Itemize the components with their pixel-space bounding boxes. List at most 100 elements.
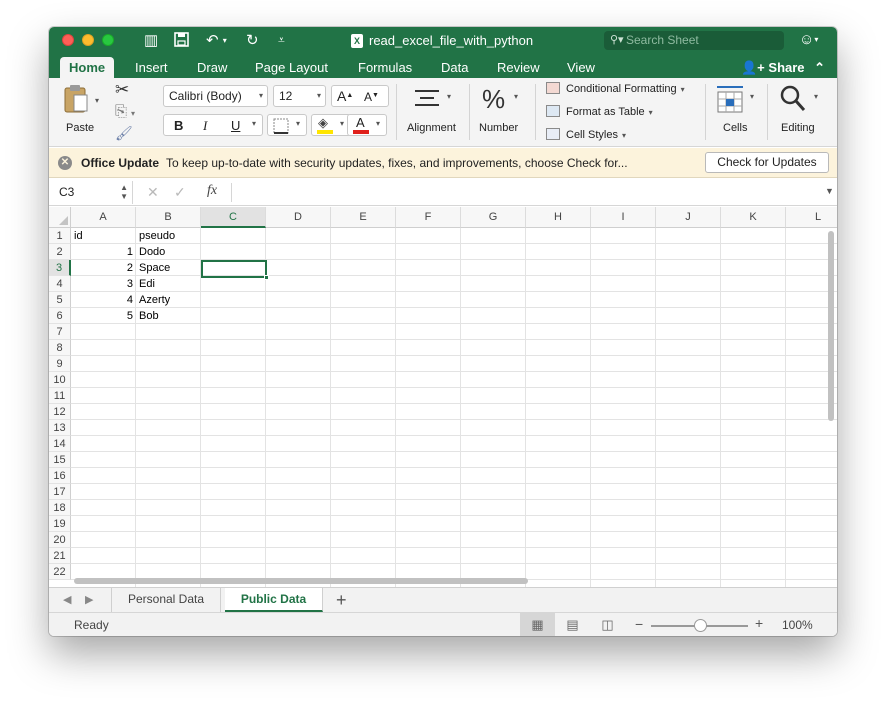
copy-icon[interactable]: ⎘ ▾ (115, 103, 135, 120)
undo-icon[interactable]: ↶ ▾ (206, 32, 227, 49)
row-header-17[interactable]: 17 (49, 484, 71, 500)
close-window-button[interactable] (62, 34, 74, 46)
cell-a5[interactable]: 4 (71, 292, 136, 308)
number-format-button[interactable]: % ▾ Number (473, 82, 533, 140)
cell-a6[interactable]: 5 (71, 308, 136, 324)
vertical-scrollbar[interactable] (828, 231, 834, 421)
cell-b1[interactable]: pseudo (136, 228, 201, 244)
tab-draw[interactable]: Draw (197, 57, 227, 78)
italic-button[interactable]: I (203, 118, 207, 134)
row-header-9[interactable]: 9 (49, 356, 71, 372)
page-layout-view-icon[interactable]: ▤ (555, 613, 590, 636)
cell-styles-button[interactable]: Cell Styles ▾ (546, 128, 626, 141)
tab-home[interactable]: Home (60, 57, 115, 78)
cell-a1[interactable]: id (71, 228, 136, 244)
cell-b4[interactable]: Edi (136, 276, 201, 292)
add-sheet-icon[interactable]: + (336, 589, 347, 611)
row-header-8[interactable]: 8 (49, 340, 71, 356)
previous-sheet-icon[interactable]: ◀ (63, 593, 71, 606)
feedback-smiley-icon[interactable]: ☺▾ (799, 31, 818, 48)
check-for-updates-button[interactable]: Check for Updates (705, 152, 829, 173)
insert-function-button[interactable]: fx (207, 183, 217, 199)
format-as-table-button[interactable]: Format as Table ▾ (546, 105, 653, 118)
horizontal-scrollbar[interactable] (74, 578, 528, 584)
sheet-tab-personal-data[interactable]: Personal Data (111, 588, 221, 612)
cell-b2[interactable]: Dodo (136, 244, 201, 260)
column-header-i[interactable]: I (591, 207, 656, 228)
zoom-in-icon[interactable]: + (755, 615, 763, 631)
font-color-button[interactable]: A ▾ (347, 114, 387, 136)
spreadsheet-grid[interactable]: A B C D E F G H I J K L 1 2 3 4 5 6 7 8 9 10 11 12 13 14 15 16 17 18 1… (49, 207, 837, 587)
active-cell-outline[interactable] (201, 260, 269, 280)
alignment-button[interactable]: ▾ Alignment (401, 82, 467, 140)
fill-handle[interactable] (264, 275, 269, 280)
column-header-c[interactable]: C (201, 207, 266, 228)
tab-formulas[interactable]: Formulas (358, 57, 412, 78)
row-header-16[interactable]: 16 (49, 468, 71, 484)
row-header-1[interactable]: 1 (49, 228, 71, 244)
tab-page-layout[interactable]: Page Layout (255, 57, 328, 78)
row-header-10[interactable]: 10 (49, 372, 71, 388)
row-header-11[interactable]: 11 (49, 388, 71, 404)
grow-font-button[interactable]: A▲ (337, 86, 353, 106)
cell-b3[interactable]: Space (136, 260, 201, 276)
cut-icon[interactable]: ✂ (115, 80, 129, 100)
cell-b5[interactable]: Azerty (136, 292, 201, 308)
row-header-15[interactable]: 15 (49, 452, 71, 468)
tab-review[interactable]: Review (497, 57, 540, 78)
tab-data[interactable]: Data (441, 57, 468, 78)
font-name-select[interactable]: Calibri (Body) ▾ (163, 85, 268, 107)
row-header-2[interactable]: 2 (49, 244, 71, 260)
row-header-5[interactable]: 5 (49, 292, 71, 308)
share-button[interactable]: 👤+ Share ⌃ (741, 57, 825, 78)
save-icon[interactable] (174, 32, 189, 51)
column-header-d[interactable]: D (266, 207, 331, 228)
fill-color-button[interactable]: ◈ ▾ (311, 114, 351, 136)
row-header-18[interactable]: 18 (49, 500, 71, 516)
zoom-out-icon[interactable]: − (635, 616, 643, 632)
cell-a3[interactable]: 2 (71, 260, 136, 276)
cells-button[interactable]: ▾ Cells (709, 82, 765, 140)
formula-input[interactable] (231, 183, 821, 202)
row-header-21[interactable]: 21 (49, 548, 71, 564)
cell-a4[interactable]: 3 (71, 276, 136, 292)
select-all-corner[interactable] (49, 207, 71, 228)
zoom-window-button[interactable] (102, 34, 114, 46)
collapse-ribbon-icon[interactable]: ⌃ (814, 60, 825, 75)
name-box[interactable]: C3 ▲ ▼ (49, 181, 133, 204)
normal-view-icon[interactable]: ▦ (520, 613, 555, 636)
name-box-stepper-icon[interactable]: ▲ ▼ (120, 183, 128, 201)
shrink-font-button[interactable]: A▼ (364, 86, 379, 107)
column-header-j[interactable]: J (656, 207, 721, 228)
cell-a2[interactable]: 1 (71, 244, 136, 260)
column-header-e[interactable]: E (331, 207, 396, 228)
paste-dropdown-icon[interactable]: ▾ (95, 96, 99, 105)
font-size-select[interactable]: 12 ▾ (273, 85, 326, 107)
tab-insert[interactable]: Insert (135, 57, 168, 78)
column-header-a[interactable]: A (71, 207, 136, 228)
customize-toolbar-icon[interactable]: ⩡ (278, 32, 285, 49)
bold-button[interactable]: B (174, 118, 183, 133)
redo-icon[interactable]: ↻ (246, 32, 259, 49)
column-header-g[interactable]: G (461, 207, 526, 228)
sidebar-toggle-icon[interactable]: ▥ (144, 32, 158, 49)
row-header-19[interactable]: 19 (49, 516, 71, 532)
tab-view[interactable]: View (567, 57, 595, 78)
conditional-formatting-button[interactable]: Conditional Formatting ▾ (546, 82, 685, 95)
confirm-formula-icon[interactable]: ✓ (174, 184, 186, 201)
page-break-view-icon[interactable]: ◫ (590, 613, 625, 636)
paste-button[interactable]: ▾ Paste (59, 82, 103, 138)
column-header-l[interactable]: L (786, 207, 837, 228)
underline-dropdown-icon[interactable]: ▾ (252, 119, 256, 128)
column-header-b[interactable]: B (136, 207, 201, 228)
row-header-6[interactable]: 6 (49, 308, 71, 324)
dismiss-update-icon[interactable]: ✕ (58, 156, 72, 170)
column-header-f[interactable]: F (396, 207, 461, 228)
column-header-h[interactable]: H (526, 207, 591, 228)
row-header-22[interactable]: 22 (49, 564, 71, 580)
editing-button[interactable]: ▾ Editing (771, 82, 831, 140)
underline-button[interactable]: U (231, 118, 240, 133)
sheet-tab-public-data[interactable]: Public Data (225, 588, 323, 612)
expand-formula-bar-icon[interactable]: ▼ (825, 186, 834, 196)
format-painter-icon[interactable]: 🖌 (115, 125, 133, 142)
